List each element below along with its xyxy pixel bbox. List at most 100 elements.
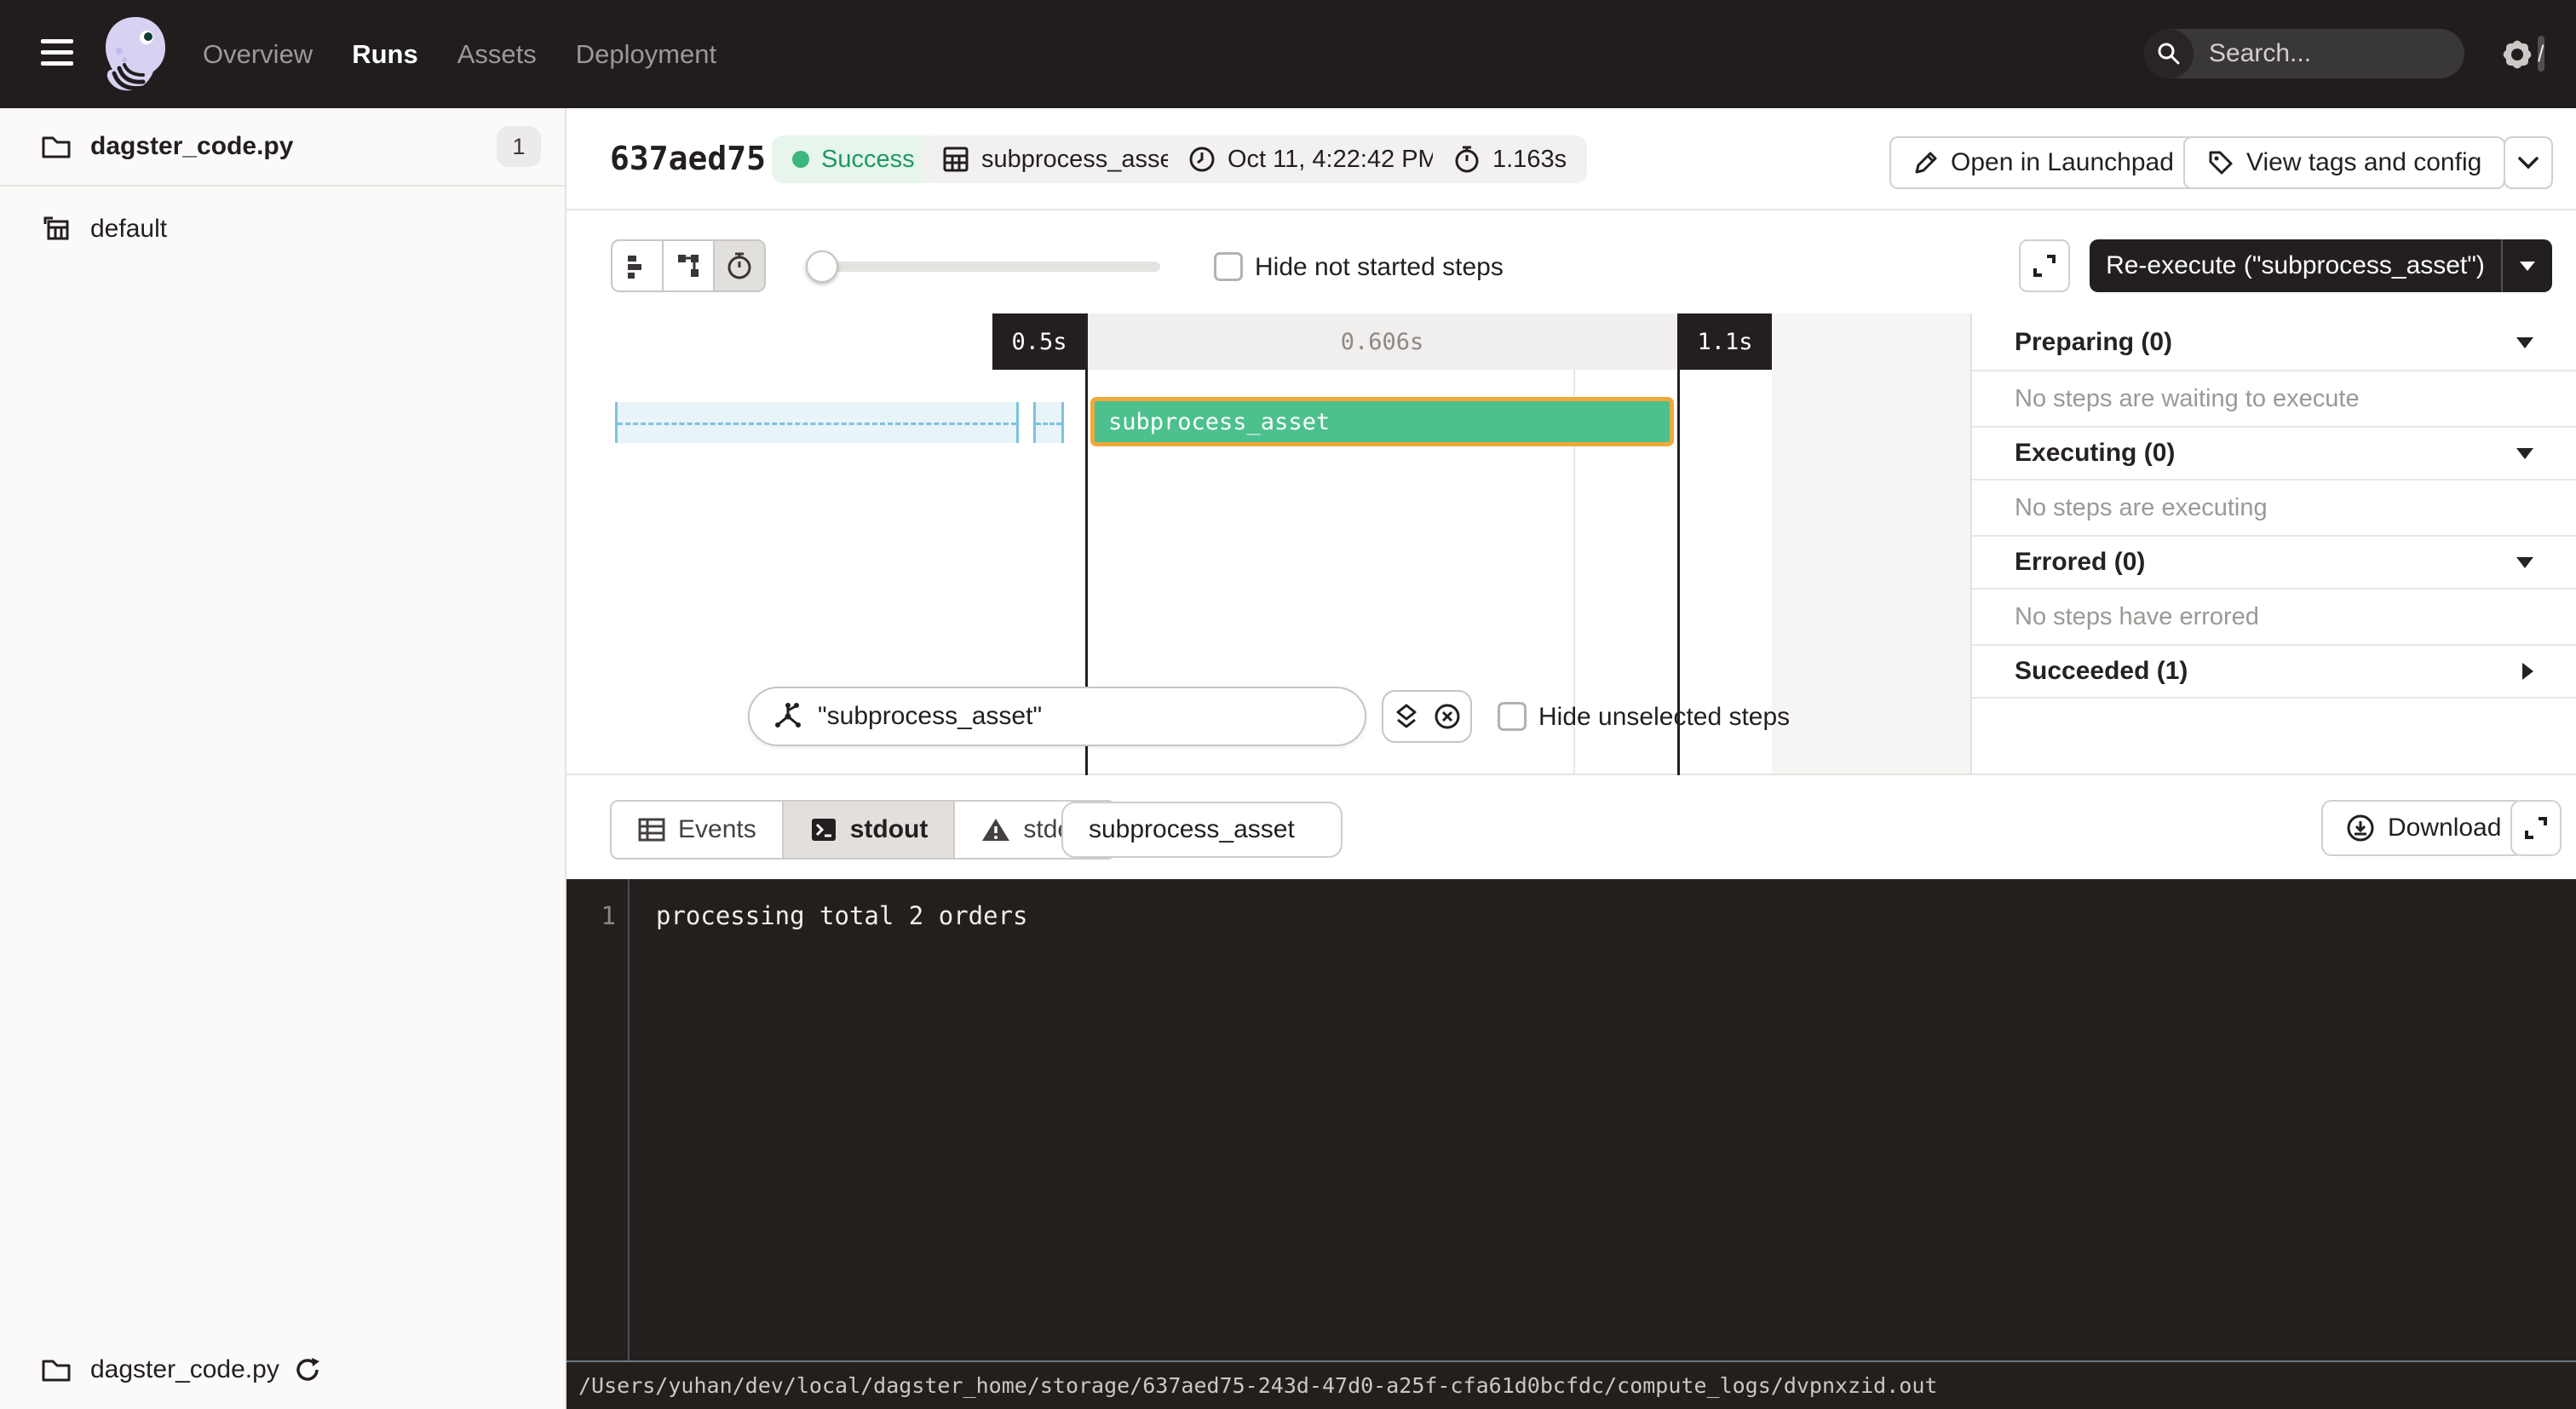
- nav-assets[interactable]: Assets: [457, 39, 537, 70]
- expand-icon: [2522, 814, 2550, 842]
- step-filter-input[interactable]: [818, 702, 1348, 731]
- left-sidebar: dagster_code.py 1 default dagster_code.p…: [0, 108, 566, 1409]
- clear-filter-icon[interactable]: [1433, 702, 1462, 731]
- view-tags-config-button[interactable]: View tags and config: [2183, 136, 2505, 189]
- stopwatch-icon: [1453, 145, 1481, 174]
- sidebar-code-location[interactable]: dagster_code.py 1: [0, 108, 565, 187]
- log-file-path: /Users/yuhan/dev/local/dagster_home/stor…: [578, 1373, 1937, 1398]
- view-flat-button[interactable]: [612, 241, 664, 290]
- tag-icon: [2207, 149, 2234, 176]
- reexecute-dropdown[interactable]: [2501, 239, 2552, 292]
- sidebar-item-default-job[interactable]: default: [0, 202, 565, 256]
- sidebar-footer: dagster_code.py: [0, 1343, 565, 1397]
- nav-runs[interactable]: Runs: [352, 39, 418, 70]
- log-fullscreen-button[interactable]: [2510, 800, 2562, 856]
- duration-tag: 1.163s: [1433, 135, 1587, 183]
- filter-actions: [1382, 690, 1472, 743]
- success-dot-icon: [792, 151, 809, 168]
- gantt-after-end-zone: [1772, 313, 1970, 775]
- global-search[interactable]: /: [2144, 29, 2464, 78]
- nav-overview[interactable]: Overview: [203, 39, 313, 70]
- gantt-marker-span: 0.606s: [1086, 313, 1678, 370]
- gantt-marker-end: 1.1s: [1678, 313, 1772, 370]
- table-grid-icon: [942, 146, 969, 173]
- open-in-launchpad-button[interactable]: Open in Launchpad: [1889, 136, 2198, 189]
- download-icon: [2345, 813, 2376, 843]
- download-button[interactable]: Download: [2321, 800, 2525, 856]
- primary-nav: Overview Runs Assets Deployment: [203, 0, 716, 108]
- log-line-number: 1: [566, 901, 616, 930]
- events-table-icon: [637, 816, 666, 843]
- hide-unselected-checkbox[interactable]: [1498, 702, 1527, 731]
- expand-icon: [2031, 252, 2058, 279]
- gantt-waiting-segment: [1033, 402, 1064, 443]
- caret-right-icon: [2522, 663, 2533, 680]
- clock-icon: [1188, 146, 1216, 173]
- timestamp-tag: Oct 11, 4:22:42 PM: [1168, 135, 1459, 183]
- panel-divider: [1972, 697, 2576, 699]
- view-waterfall-button[interactable]: [664, 241, 715, 290]
- flat-view-icon: [623, 251, 652, 280]
- reexecute-button[interactable]: Re-execute ("subprocess_asset"): [2090, 239, 2552, 292]
- settings-gear-icon[interactable]: [2494, 32, 2540, 78]
- log-tabs: Events stdout stderr: [610, 800, 1116, 860]
- log-console[interactable]: [566, 879, 2576, 1360]
- folder-icon: [41, 133, 72, 160]
- gantt-step-bar[interactable]: subprocess_asset: [1090, 397, 1674, 446]
- waterfall-view-icon: [674, 251, 703, 280]
- section-executing-body: No steps are executing: [1972, 480, 2576, 535]
- job-icon: [41, 214, 72, 244]
- reload-icon[interactable]: [293, 1355, 322, 1384]
- step-filter-input-wrap: [748, 687, 1366, 746]
- hide-not-started-checkbox[interactable]: [1214, 252, 1243, 281]
- section-errored-body: No steps have errored: [1972, 589, 2576, 644]
- section-errored[interactable]: Errored (0): [1972, 537, 2576, 588]
- dagster-logo-icon[interactable]: [99, 15, 172, 94]
- hide-not-started-label[interactable]: Hide not started steps: [1255, 253, 1504, 282]
- gantt-end-line: [1677, 313, 1680, 775]
- nav-deployment[interactable]: Deployment: [576, 39, 716, 70]
- pencil-icon: [1913, 150, 1939, 175]
- search-input[interactable]: [2194, 39, 2538, 68]
- view-timed-button[interactable]: [715, 241, 764, 290]
- tab-events[interactable]: Events: [612, 802, 784, 858]
- run-count-badge: 1: [497, 126, 541, 167]
- top-navbar: Overview Runs Assets Deployment /: [0, 0, 2576, 108]
- section-succeeded[interactable]: Succeeded (1): [1972, 646, 2576, 697]
- hide-unselected-label[interactable]: Hide unselected steps: [1538, 703, 1790, 732]
- log-line-text: processing total 2 orders: [656, 901, 1028, 930]
- section-preparing[interactable]: Preparing (0): [1972, 315, 2576, 370]
- log-gutter-divider: [628, 879, 630, 1360]
- zoom-slider-knob[interactable]: [806, 250, 838, 283]
- chevron-down-icon: [2517, 155, 2539, 170]
- caret-down-icon: [2520, 262, 2535, 271]
- status-badge: Success: [772, 135, 935, 183]
- job-name: default: [90, 215, 167, 244]
- dagster-run-page: Overview Runs Assets Deployment / dagste…: [0, 0, 2576, 1409]
- gantt-marker-start: 0.5s: [992, 313, 1086, 370]
- op-selector-icon: [772, 700, 804, 733]
- gantt-view-mode-toggle: [611, 239, 766, 292]
- run-actions-chevron-button[interactable]: [2504, 136, 2553, 189]
- gantt-fullscreen-button[interactable]: [2019, 239, 2070, 292]
- caret-down-icon: [2516, 557, 2533, 568]
- caret-down-icon: [2516, 337, 2533, 348]
- section-executing[interactable]: Executing (0): [1972, 428, 2576, 479]
- caret-down-icon: [2516, 448, 2533, 459]
- warning-icon: [980, 816, 1011, 843]
- gantt-bottom-divider: [566, 774, 2576, 775]
- zoom-slider-track[interactable]: [811, 262, 1160, 272]
- log-step-selector[interactable]: subprocess_asset: [1061, 802, 1343, 858]
- folder-icon: [41, 1356, 72, 1383]
- stopwatch-icon: [726, 251, 753, 280]
- gantt-waiting-segment: [615, 402, 1019, 443]
- footer-file-name: dagster_code.py: [90, 1355, 279, 1384]
- terminal-icon: [809, 816, 838, 843]
- layers-icon[interactable]: [1392, 702, 1421, 731]
- asset-tag[interactable]: subprocess_asset: [922, 135, 1201, 183]
- hamburger-menu-icon[interactable]: [41, 39, 73, 66]
- run-id: 637aed75: [610, 140, 766, 177]
- code-location-name: dagster_code.py: [90, 132, 293, 161]
- tab-stdout[interactable]: stdout: [784, 802, 956, 858]
- search-icon: [2144, 29, 2194, 78]
